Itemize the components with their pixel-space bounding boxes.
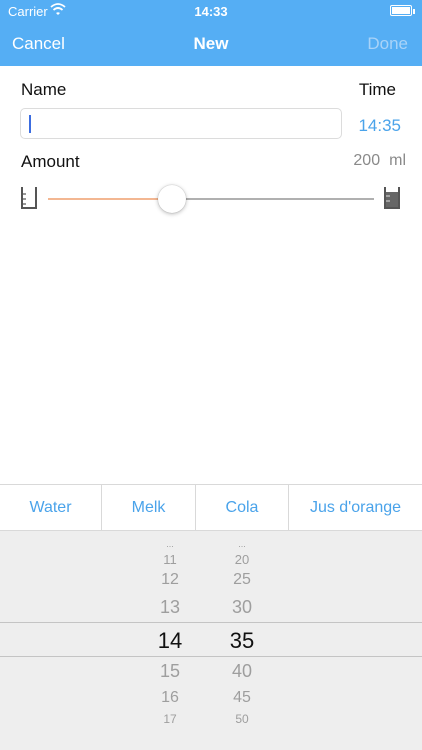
drink-option-water[interactable]: Water xyxy=(0,485,102,531)
drink-selector: Water Melk Cola Jus d'orange xyxy=(0,484,422,531)
amount-unit: ml xyxy=(389,152,406,169)
beaker-empty-icon xyxy=(21,187,37,209)
picker-minute-item[interactable]: 45 xyxy=(212,689,272,707)
picker-hour-item[interactable]: ... xyxy=(140,539,200,549)
picker-minute-selected[interactable]: 35 xyxy=(212,628,272,654)
picker-hour-item[interactable]: 12 xyxy=(140,571,200,589)
status-time: 14:33 xyxy=(194,4,228,19)
picker-minute-item[interactable]: 20 xyxy=(212,552,272,567)
picker-hour-item[interactable]: 16 xyxy=(140,689,200,707)
beaker-full-icon xyxy=(384,187,400,209)
picker-minute-item[interactable]: 40 xyxy=(212,661,272,682)
nav-title: New xyxy=(193,34,229,53)
time-label: Time xyxy=(358,80,396,99)
picker-hour-item[interactable]: 15 xyxy=(140,661,200,682)
picker-selection-band xyxy=(0,622,422,657)
picker-minute-item[interactable]: 30 xyxy=(212,597,272,618)
status-bar: Carrier 14:33 xyxy=(0,0,422,22)
amount-value: 200 xyxy=(353,152,381,169)
amount-slider-thumb[interactable] xyxy=(157,185,186,213)
picker-minute-item[interactable]: 25 xyxy=(212,571,272,589)
drink-option-cola[interactable]: Cola xyxy=(196,485,289,531)
text-caret xyxy=(29,115,31,133)
picker-hour-item[interactable]: 13 xyxy=(140,597,200,618)
time-picker[interactable]: ... 11 12 13 14 15 16 17 ... 20 25 30 35… xyxy=(0,531,422,750)
battery-icon xyxy=(390,5,415,16)
top-bar: Carrier 14:33 Cancel New Done xyxy=(0,0,422,66)
time-value[interactable]: 14:35 xyxy=(358,116,401,136)
picker-minute-item[interactable]: ... xyxy=(212,539,272,549)
navigation-bar: Cancel New Done xyxy=(0,22,422,66)
drink-option-melk[interactable]: Melk xyxy=(102,485,196,531)
picker-hour-item[interactable]: 17 xyxy=(140,712,200,726)
name-input[interactable] xyxy=(20,108,342,139)
picker-hour-selected[interactable]: 14 xyxy=(140,628,200,654)
slider-min-track xyxy=(48,198,172,200)
drink-option-jus-dorange[interactable]: Jus d'orange xyxy=(289,485,422,531)
amount-display: 200 ml xyxy=(353,152,406,170)
name-label: Name xyxy=(21,80,67,99)
done-button[interactable]: Done xyxy=(367,34,408,54)
slider-max-track xyxy=(171,198,374,200)
picker-minute-item[interactable]: 50 xyxy=(212,712,272,726)
picker-hour-item[interactable]: 11 xyxy=(140,552,200,567)
amount-label: Amount xyxy=(21,152,80,171)
